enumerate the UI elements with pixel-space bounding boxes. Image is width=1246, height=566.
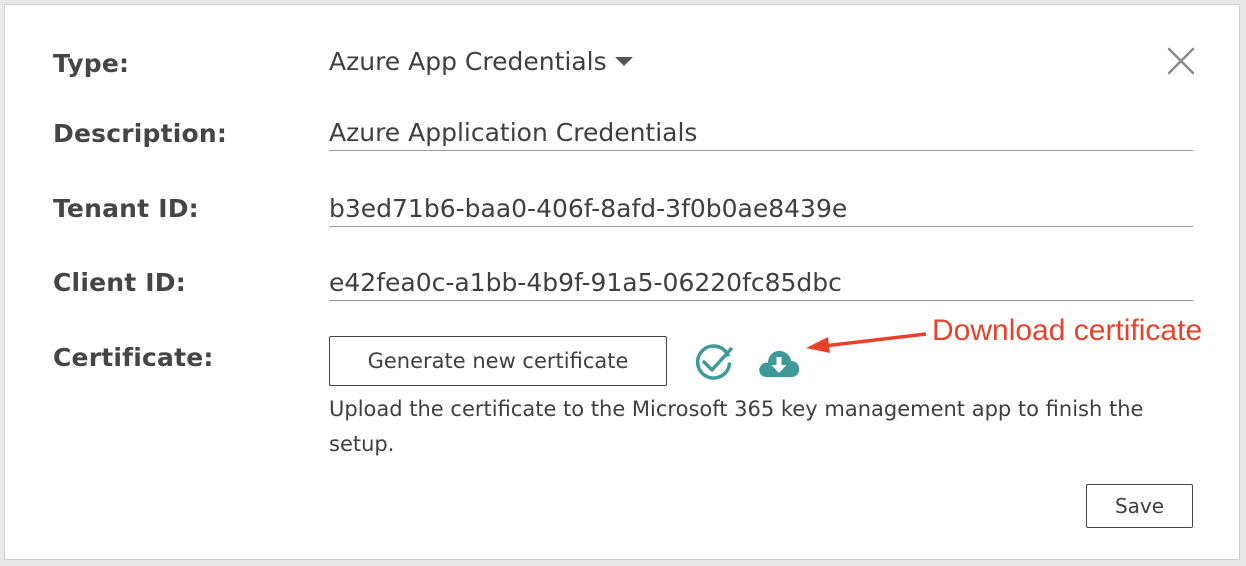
close-icon[interactable] bbox=[1165, 45, 1197, 77]
client-id-label: Client ID: bbox=[53, 268, 186, 297]
chevron-down-icon bbox=[614, 56, 633, 66]
type-dropdown[interactable]: Azure App Credentials bbox=[329, 47, 633, 76]
annotation-arrow bbox=[806, 332, 927, 353]
description-label: Description: bbox=[53, 119, 228, 148]
tenant-id-label: Tenant ID: bbox=[53, 194, 199, 223]
certificate-label: Certificate: bbox=[53, 343, 214, 372]
tenant-id-field[interactable] bbox=[329, 190, 1193, 227]
credentials-dialog: Type: Azure App Credentials Description:… bbox=[4, 4, 1240, 560]
generate-certificate-button[interactable]: Generate new certificate bbox=[329, 336, 667, 386]
check-circle-icon bbox=[695, 344, 733, 380]
save-button[interactable]: Save bbox=[1086, 484, 1193, 528]
annotation-label: Download certificate bbox=[932, 314, 1203, 347]
description-field[interactable] bbox=[329, 114, 1193, 151]
client-id-field[interactable] bbox=[329, 264, 1193, 301]
type-label: Type: bbox=[53, 49, 130, 78]
cloud-download-icon[interactable] bbox=[757, 344, 801, 380]
type-dropdown-value: Azure App Credentials bbox=[329, 47, 607, 76]
certificate-help-text: Upload the certificate to the Microsoft … bbox=[329, 397, 1144, 456]
